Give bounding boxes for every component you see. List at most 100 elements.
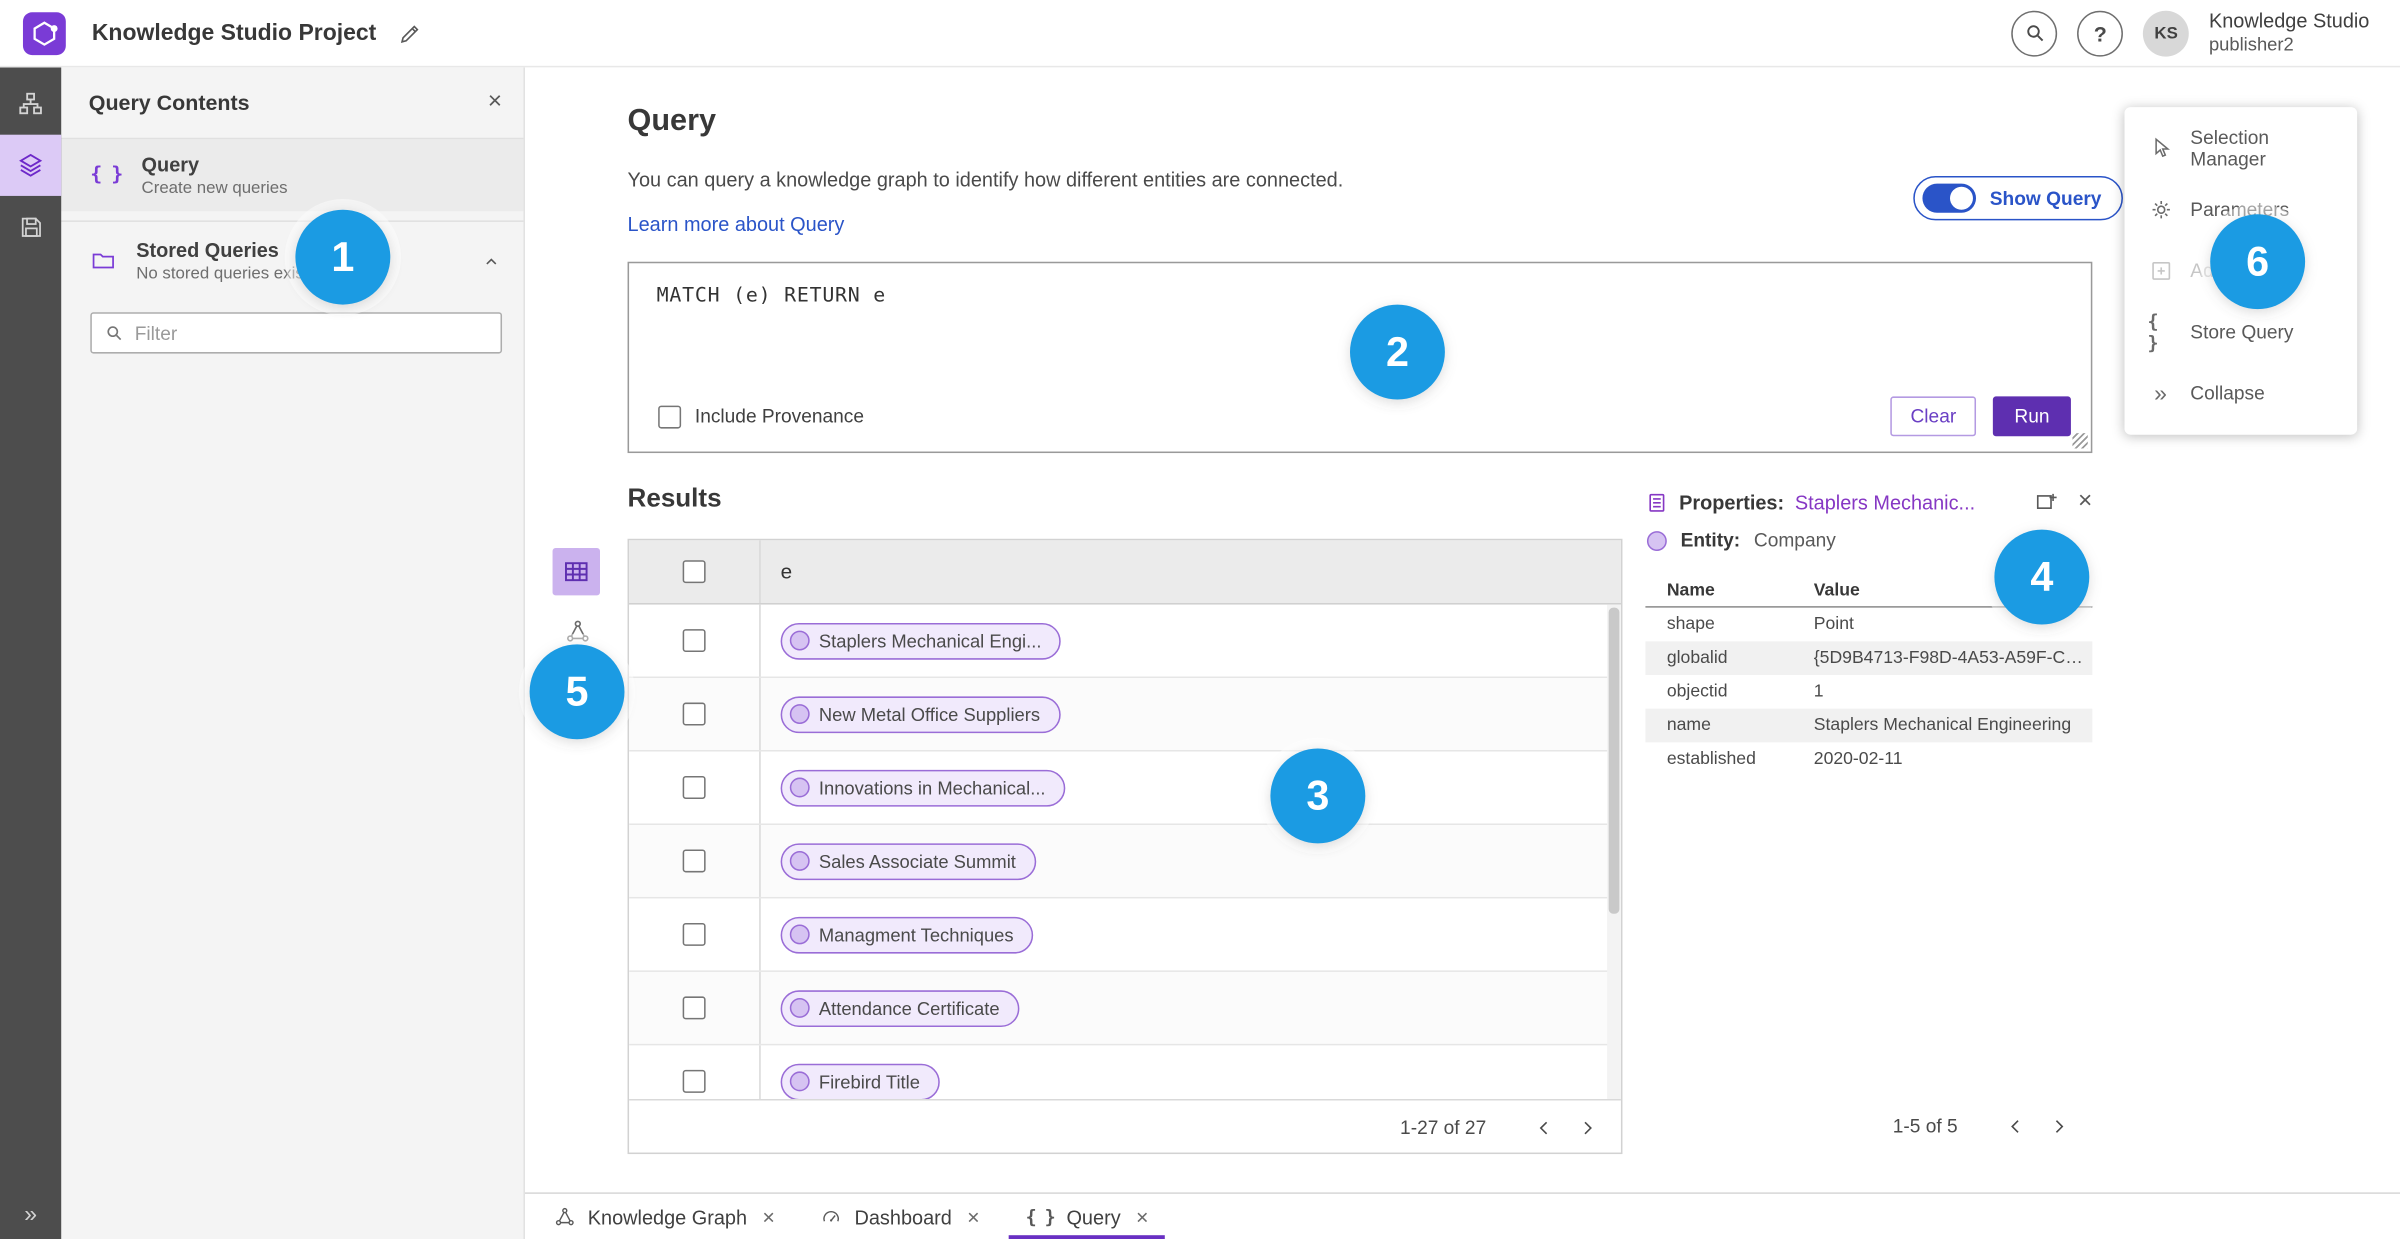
search-icon [104, 323, 124, 343]
topbar: Knowledge Studio Project ? KS Knowledge … [0, 0, 2400, 68]
layers-rail-icon[interactable] [0, 134, 62, 196]
entity-chip-label: Managment Techniques [818, 923, 1014, 946]
clear-button[interactable]: Clear [1890, 396, 1977, 437]
show-query-toggle[interactable]: Show Query [1913, 176, 2123, 221]
entity-chip-label: Firebird Title [818, 1070, 920, 1093]
entity-dot-icon [789, 924, 810, 945]
expand-panel-icon[interactable]: » [0, 1188, 61, 1239]
property-row: established 2020-02-11 [1645, 742, 2092, 776]
table-row[interactable]: Firebird Title [629, 1045, 1621, 1099]
props-next-page-icon[interactable] [2037, 1105, 2080, 1148]
properties-label: Properties: [1679, 490, 1785, 514]
edit-title-icon[interactable] [398, 21, 422, 45]
prev-page-icon[interactable] [1523, 1106, 1566, 1149]
next-page-icon[interactable] [1566, 1106, 1609, 1149]
select-all-checkbox[interactable] [682, 560, 706, 584]
annotation-badge-4: 4 [1994, 529, 2090, 625]
entity-chip[interactable]: Staplers Mechanical Engi... [780, 622, 1062, 659]
run-button[interactable]: Run [1992, 396, 2071, 437]
save-rail-icon[interactable] [0, 196, 61, 257]
scrollbar-thumb[interactable] [1608, 607, 1620, 915]
panel-title: Query Contents [88, 90, 250, 115]
properties-body: shape Point globalid {5D9B4713-F98D-4A53… [1645, 608, 2093, 776]
table-row[interactable]: Staplers Mechanical Engi... [629, 604, 1621, 679]
row-checkbox[interactable] [682, 996, 706, 1020]
close-properties-icon[interactable]: × [2078, 489, 2092, 514]
row-checkbox[interactable] [682, 776, 706, 799]
close-tab-icon[interactable]: × [967, 1206, 980, 1227]
panel-header: Query Contents × [61, 67, 524, 140]
menu-item-store-query[interactable]: { } Store Query [2124, 302, 2357, 363]
sidebar-item-stored-queries[interactable]: Stored Queries No stored queries exist [61, 220, 524, 297]
tab-knowledge-graph[interactable]: Knowledge Graph × [531, 1194, 798, 1239]
row-checkbox[interactable] [682, 702, 706, 726]
search-button[interactable] [2011, 9, 2058, 56]
query-item-label: Query [141, 153, 200, 177]
entity-chip[interactable]: Innovations in Mechanical... [780, 769, 1066, 806]
table-row[interactable]: Attendance Certificate [629, 971, 1621, 1046]
include-provenance-checkbox[interactable] [658, 404, 682, 428]
folder-icon [90, 248, 116, 274]
tab-dashboard[interactable]: Dashboard × [798, 1194, 1003, 1239]
query-description: You can query a knowledge graph to ident… [627, 168, 1344, 192]
entity-dot-icon [789, 997, 810, 1018]
filter-input[interactable] [134, 322, 489, 344]
entity-chip[interactable]: Firebird Title [780, 1063, 940, 1099]
app-logo-icon[interactable] [22, 11, 66, 55]
annotation-badge-6: 6 [2210, 214, 2306, 310]
entity-dot-icon [789, 1071, 810, 1092]
property-row: objectid 1 [1645, 675, 2092, 709]
results-table: e Staplers Mechanical Engi... New Metal … [627, 538, 1623, 1155]
table-view-button[interactable] [552, 547, 600, 596]
menu-item-selection-manager[interactable]: Selection Manager [2124, 118, 2357, 179]
results-scrollbar [1607, 604, 1621, 1099]
row-checkbox[interactable] [682, 629, 706, 653]
entity-chip-label: Sales Associate Summit [818, 850, 1016, 872]
row-checkbox[interactable] [682, 849, 706, 873]
annotation-badge-3: 3 [1270, 748, 1366, 844]
graph-view-button[interactable] [560, 614, 594, 648]
results-body: Staplers Mechanical Engi... New Metal Of… [629, 604, 1621, 1099]
properties-pagination: 1-5 of 5 [1645, 1099, 2092, 1154]
row-checkbox[interactable] [682, 1069, 706, 1093]
chevron-up-icon[interactable] [481, 250, 502, 271]
property-name: name [1666, 716, 1711, 735]
menu-item-collapse[interactable]: » Collapse [2124, 363, 2357, 424]
collapse-chevrons-icon: » [2154, 380, 2167, 407]
results-body-wrap: Staplers Mechanical Engi... New Metal Of… [629, 604, 1621, 1099]
properties-icon [1645, 491, 1668, 514]
properties-entity-name[interactable]: Staplers Mechanic... [1795, 491, 1975, 514]
learn-more-link[interactable]: Learn more about Query [628, 213, 845, 236]
row-checkbox[interactable] [682, 922, 706, 946]
icon-rail: » [0, 67, 62, 1239]
entity-dot-icon [789, 630, 810, 651]
toggle-switch-icon [1922, 183, 1977, 213]
entity-chip[interactable]: New Metal Office Suppliers [780, 695, 1060, 733]
table-row[interactable]: Innovations in Mechanical... [629, 751, 1621, 825]
property-value: 1 [1813, 682, 1824, 702]
annotation-badge-5: 5 [529, 644, 625, 740]
selection-manager-icon [2147, 136, 2173, 160]
props-prev-page-icon[interactable] [1994, 1105, 2037, 1148]
dashboard-icon [821, 1206, 842, 1227]
avatar[interactable]: KS [2143, 9, 2190, 56]
close-tab-icon[interactable]: × [1136, 1206, 1149, 1227]
entity-chip[interactable]: Attendance Certificate [780, 989, 1020, 1027]
entity-chip[interactable]: Managment Techniques [780, 916, 1034, 953]
sidebar-item-query[interactable]: { } Query Create new queries [61, 139, 524, 212]
table-row[interactable]: New Metal Office Suppliers [629, 678, 1621, 752]
property-name: objectid [1666, 682, 1728, 702]
close-panel-icon[interactable]: × [488, 90, 502, 114]
add-to-selection-icon[interactable] [2034, 490, 2058, 514]
user-block[interactable]: Knowledge Studio publisher2 [2209, 9, 2376, 57]
contents-rail-icon[interactable] [0, 73, 61, 134]
entity-chip[interactable]: Sales Associate Summit [780, 842, 1036, 880]
help-icon: ? [2093, 20, 2107, 46]
table-row[interactable]: Managment Techniques [629, 898, 1621, 972]
results-pagination: 1-27 of 27 [629, 1098, 1621, 1154]
close-tab-icon[interactable]: × [762, 1206, 775, 1227]
table-row[interactable]: Sales Associate Summit [629, 824, 1621, 899]
stored-queries-sublabel: No stored queries exist [136, 264, 309, 284]
tab-query[interactable]: { } Query × [1003, 1194, 1172, 1239]
help-button[interactable]: ? [2077, 9, 2124, 56]
